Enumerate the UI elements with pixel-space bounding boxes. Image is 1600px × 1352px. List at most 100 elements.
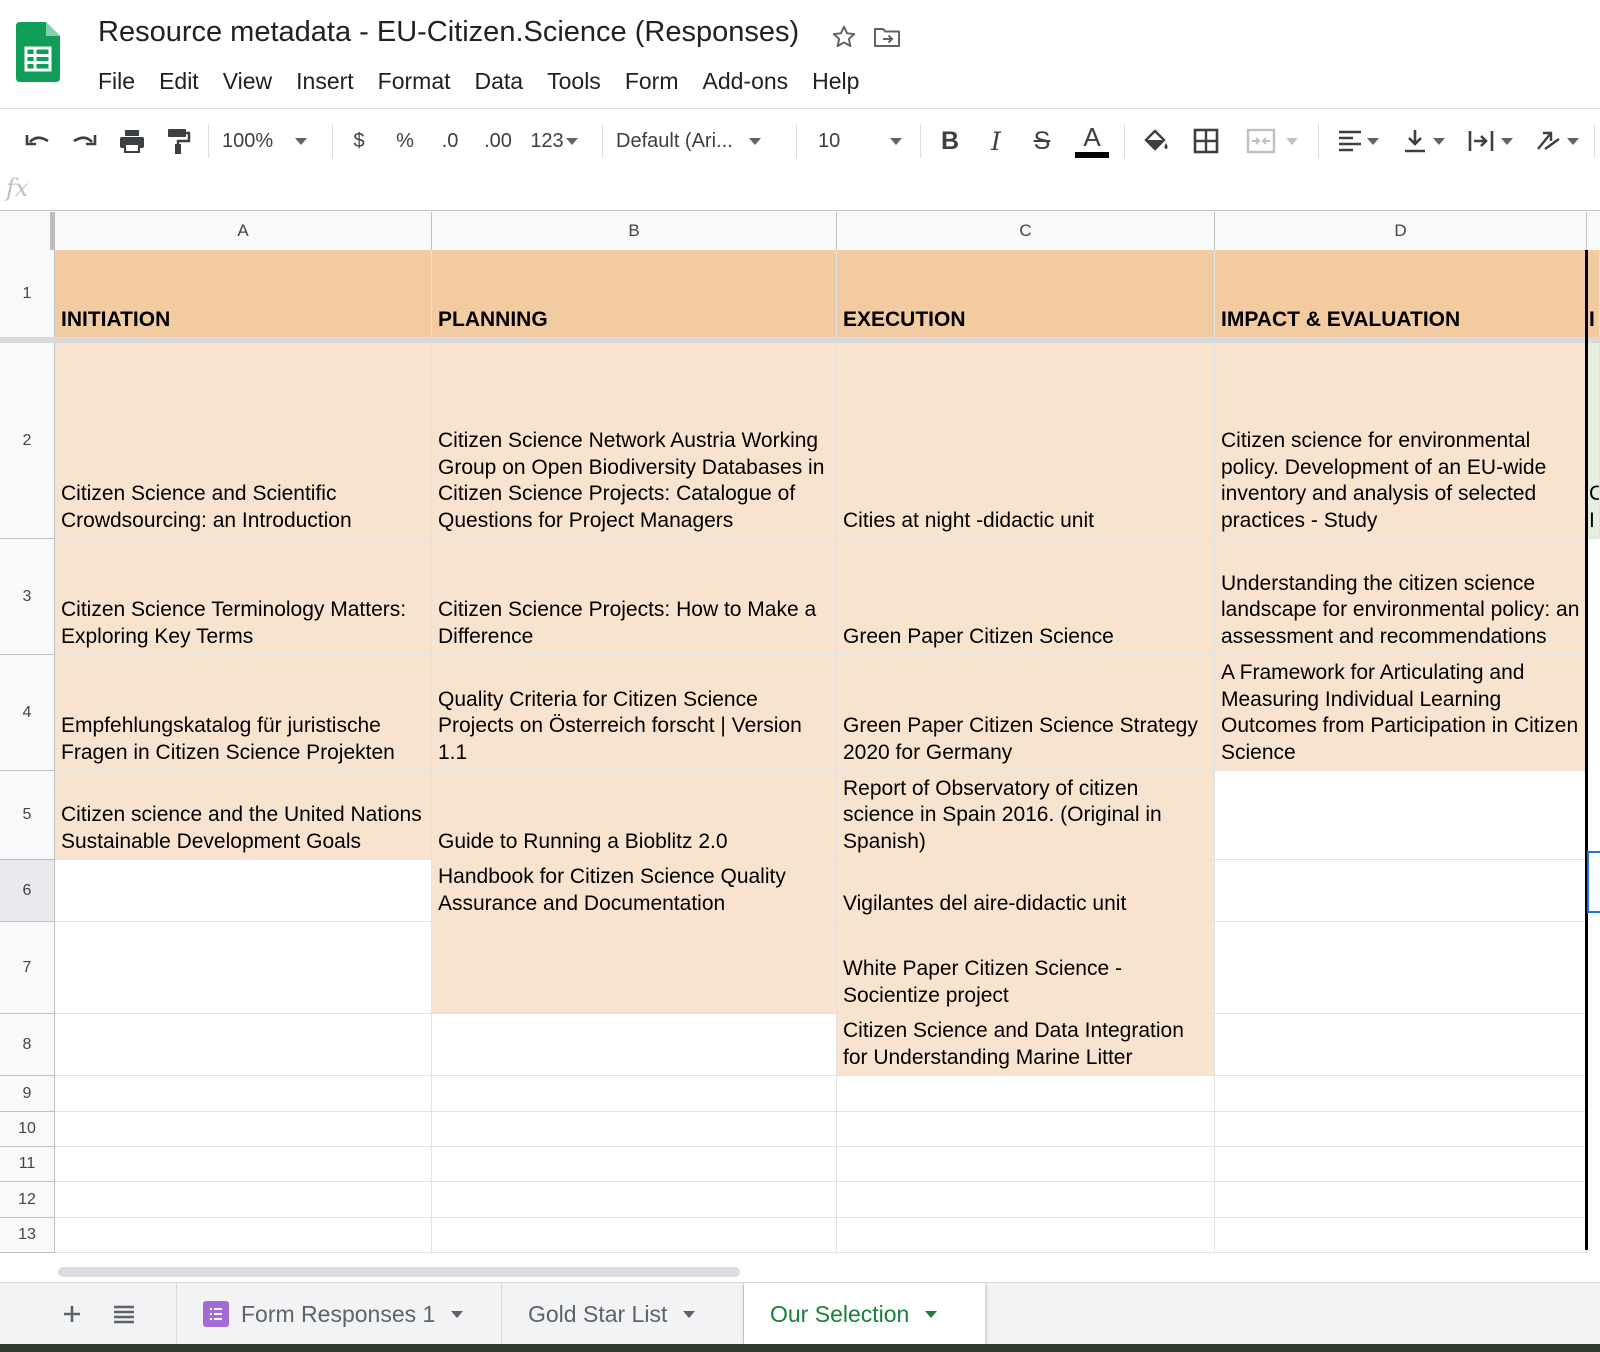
cell-d5[interactable] (1215, 771, 1587, 860)
cell-c11[interactable] (837, 1147, 1215, 1182)
star-icon[interactable] (829, 22, 859, 52)
cell-b8[interactable] (432, 1014, 837, 1076)
horizontal-scrollbar[interactable] (0, 1262, 1600, 1282)
sheets-logo-icon[interactable] (16, 22, 60, 82)
row-header-3[interactable]: 3 (0, 539, 55, 655)
zoom-select[interactable]: 100% (222, 118, 322, 164)
document-title[interactable]: Resource metadata - EU-Citizen.Science (… (98, 16, 799, 49)
cell-a1[interactable]: INITIATION (55, 250, 432, 338)
merge-cells-icon[interactable] (1236, 118, 1308, 164)
column-header-c[interactable]: C (837, 212, 1215, 250)
italic-button[interactable]: I (978, 118, 1014, 164)
column-header-d[interactable]: D (1215, 212, 1587, 250)
text-rotation-icon[interactable] (1528, 118, 1586, 164)
cell-a12[interactable] (55, 1182, 432, 1218)
cell-c6[interactable]: Vigilantes del aire-didactic unit (837, 860, 1215, 922)
cell-a8[interactable] (55, 1014, 432, 1076)
cell-d10[interactable] (1215, 1112, 1587, 1147)
cell-a10[interactable] (55, 1112, 432, 1147)
format-currency-button[interactable]: $ (344, 118, 374, 164)
cell-b1[interactable]: PLANNING (432, 250, 837, 338)
row-header-11[interactable]: 11 (0, 1147, 55, 1182)
cell-d9[interactable] (1215, 1076, 1587, 1112)
cell-e1[interactable]: I (1587, 250, 1600, 338)
cell-c4[interactable]: Green Paper Citizen Science Strategy 202… (837, 655, 1215, 771)
cell-d4[interactable]: A Framework for Articulating and Measuri… (1215, 655, 1587, 771)
add-sheet-icon[interactable] (55, 1297, 89, 1331)
cell-d7[interactable] (1215, 922, 1587, 1014)
text-wrapping-icon[interactable] (1462, 118, 1518, 164)
cell-a3[interactable]: Citizen Science Terminology Matters: Exp… (55, 539, 432, 655)
row-header-6[interactable]: 6 (0, 860, 55, 922)
cell-b9[interactable] (432, 1076, 837, 1112)
borders-icon[interactable] (1186, 118, 1226, 164)
all-sheets-icon[interactable] (107, 1297, 141, 1331)
cell-b6[interactable]: Handbook for Citizen Science Quality Ass… (432, 860, 837, 922)
move-to-folder-icon[interactable] (872, 22, 902, 52)
sheet-tab-form-responses-1[interactable]: Form Responses 1 (176, 1283, 502, 1345)
cell-c7[interactable]: White Paper Citizen Science -Socientize … (837, 922, 1215, 1014)
redo-icon[interactable] (64, 118, 104, 164)
cell-d2[interactable]: Citizen science for environmental policy… (1215, 343, 1587, 539)
menu-tools[interactable]: Tools (535, 64, 613, 98)
text-color-button[interactable]: A (1072, 118, 1112, 164)
cell-d12[interactable] (1215, 1182, 1587, 1218)
row-header-2[interactable]: 2 (0, 343, 55, 539)
sheet-tab-gold-star-list[interactable]: Gold Star List (502, 1283, 744, 1345)
menu-help[interactable]: Help (800, 64, 871, 98)
cell-e2[interactable]: C I (1587, 343, 1600, 539)
bold-button[interactable]: B (932, 118, 968, 164)
row-header-1[interactable]: 1 (0, 250, 55, 338)
cell-d6[interactable] (1215, 860, 1587, 922)
menu-edit[interactable]: Edit (147, 64, 211, 98)
cell-b13[interactable] (432, 1218, 837, 1253)
cell-c8[interactable]: Citizen Science and Data Integration for… (837, 1014, 1215, 1076)
cell-c12[interactable] (837, 1182, 1215, 1218)
formula-input[interactable] (50, 176, 1594, 206)
cell-a2[interactable]: Citizen Science and Scientific Crowdsour… (55, 343, 432, 539)
row-header-10[interactable]: 10 (0, 1112, 55, 1147)
row-header-4[interactable]: 4 (0, 655, 55, 771)
row-header-7[interactable]: 7 (0, 922, 55, 1014)
cell-c10[interactable] (837, 1112, 1215, 1147)
cell-d3[interactable]: Understanding the citizen science landsc… (1215, 539, 1587, 655)
select-all-corner[interactable] (0, 212, 55, 250)
row-header-5[interactable]: 5 (0, 771, 55, 860)
cell-b7[interactable] (432, 922, 837, 1014)
cell-d8[interactable] (1215, 1014, 1587, 1076)
menu-view[interactable]: View (211, 64, 284, 98)
menu-add-ons[interactable]: Add-ons (690, 64, 800, 98)
cell-c1[interactable]: EXECUTION (837, 250, 1215, 338)
more-formats-select[interactable]: 123 (524, 118, 584, 164)
cell-d1[interactable]: IMPACT & EVALUATION (1215, 250, 1587, 338)
paint-format-icon[interactable] (158, 118, 198, 164)
cell-a6[interactable] (55, 860, 432, 922)
cell-c5[interactable]: Report of Observatory of citizen science… (837, 771, 1215, 860)
decrease-decimal-button[interactable]: .0 (432, 118, 468, 164)
column-header-b[interactable]: B (432, 212, 837, 250)
cell-c2[interactable]: Cities at night -didactic unit (837, 343, 1215, 539)
column-header-a[interactable]: A (55, 212, 432, 250)
print-icon[interactable] (112, 118, 152, 164)
menu-data[interactable]: Data (463, 64, 536, 98)
menu-file[interactable]: File (86, 64, 147, 98)
cell-b12[interactable] (432, 1182, 837, 1218)
strikethrough-button[interactable]: S (1024, 118, 1060, 164)
horizontal-align-icon[interactable] (1330, 118, 1386, 164)
menu-form[interactable]: Form (613, 64, 691, 98)
cell-a9[interactable] (55, 1076, 432, 1112)
row-header-13[interactable]: 13 (0, 1218, 55, 1253)
font-family-select[interactable]: Default (Ari... (616, 118, 784, 164)
cell-a5[interactable]: Citizen science and the United Nations S… (55, 771, 432, 860)
increase-decimal-button[interactable]: .00 (478, 118, 518, 164)
row-header-9[interactable]: 9 (0, 1076, 55, 1112)
row-header-12[interactable]: 12 (0, 1182, 55, 1218)
cell-b2[interactable]: Citizen Science Network Austria Working … (432, 343, 837, 539)
row-header-8[interactable]: 8 (0, 1014, 55, 1076)
cell-a11[interactable] (55, 1147, 432, 1182)
menu-format[interactable]: Format (366, 64, 463, 98)
cell-c13[interactable] (837, 1218, 1215, 1253)
cell-d13[interactable] (1215, 1218, 1587, 1253)
cell-a13[interactable] (55, 1218, 432, 1253)
undo-icon[interactable] (18, 118, 58, 164)
